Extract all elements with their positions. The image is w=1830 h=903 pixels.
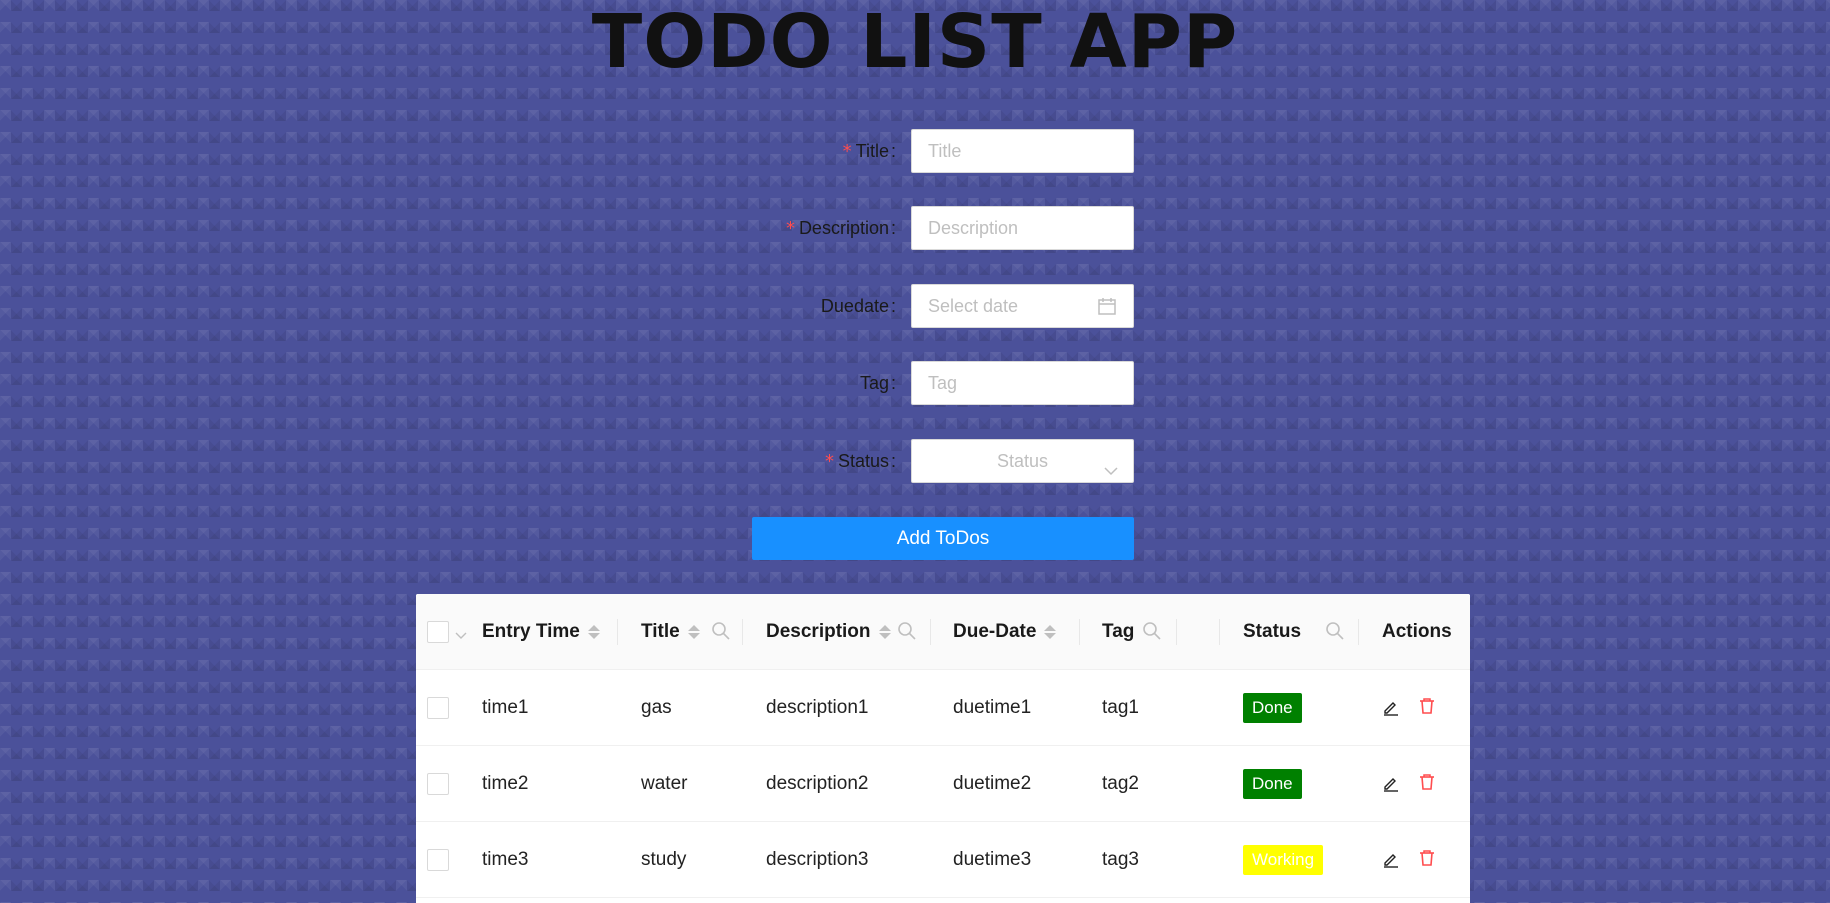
cell-entry-time: time1 (482, 697, 529, 718)
row-checkbox[interactable] (427, 849, 449, 871)
sort-icon[interactable] (587, 625, 600, 639)
column-separator (1219, 619, 1220, 645)
add-todos-button[interactable]: Add ToDos (752, 517, 1134, 560)
table-row: time1 gas description1 duetime1 tag1 Don… (416, 670, 1470, 746)
cell-tag: tag2 (1102, 773, 1139, 794)
description-label: * Description: (600, 206, 900, 251)
cell-entry-time: time3 (482, 849, 529, 870)
tag-input[interactable]: Tag (911, 361, 1134, 405)
column-separator (1358, 619, 1359, 645)
cell-description: description2 (766, 773, 869, 794)
cell-entry-time: time2 (482, 773, 529, 794)
cell-title: gas (641, 697, 672, 718)
search-icon[interactable] (711, 621, 731, 645)
selection-dropdown-icon[interactable] (455, 626, 467, 645)
status-label-text: Status (837, 451, 889, 471)
label-colon: : (890, 373, 896, 393)
description-input[interactable]: Description (911, 206, 1134, 250)
table-row: time2 water description2 duetime2 tag2 D… (416, 746, 1470, 822)
delete-icon[interactable] (1418, 697, 1436, 719)
column-separator (1176, 619, 1177, 645)
column-actions: Actions (1382, 594, 1452, 670)
title-label-text: Title (855, 141, 889, 161)
select-all-checkbox[interactable] (427, 621, 449, 643)
sort-icon[interactable] (1044, 625, 1057, 639)
description-placeholder: Description (928, 218, 1019, 238)
description-label-text: Description (798, 218, 889, 238)
cell-tag: tag1 (1102, 697, 1139, 718)
tag-label-text: Tag (859, 373, 889, 393)
required-mark: * (842, 141, 852, 162)
edit-icon[interactable] (1382, 698, 1400, 720)
column-due-date[interactable]: Due-Date (953, 594, 1057, 670)
search-icon[interactable] (1142, 621, 1162, 645)
title-placeholder: Title (928, 141, 962, 161)
label-colon: : (890, 296, 896, 316)
row-checkbox[interactable] (427, 773, 449, 795)
column-separator (930, 619, 931, 645)
cell-title: study (641, 849, 687, 870)
table-row: time3 study description3 duetime3 tag3 W… (416, 822, 1470, 898)
column-due-date-label: Due-Date (953, 621, 1037, 642)
column-tag[interactable]: Tag (1102, 594, 1134, 670)
cell-title: water (641, 773, 688, 794)
column-title-label: Title (641, 621, 680, 642)
cell-status: Working (1243, 822, 1324, 898)
label-colon: : (890, 141, 896, 161)
cell-status: Done (1243, 746, 1302, 822)
edit-icon[interactable] (1382, 850, 1400, 872)
search-icon[interactable] (897, 621, 917, 645)
cell-due-date: duetime1 (953, 697, 1032, 718)
search-icon[interactable] (1325, 621, 1345, 645)
column-description[interactable]: Description (766, 594, 891, 670)
title-input[interactable]: Title (911, 129, 1134, 173)
column-description-label: Description (766, 621, 871, 642)
tag-label: Tag: (600, 361, 900, 405)
cell-due-date: duetime2 (953, 773, 1032, 794)
cell-status: Done (1243, 670, 1302, 746)
column-tag-label: Tag (1102, 621, 1135, 642)
page-title: TODO LIST APP (591, 0, 1239, 85)
column-separator (742, 619, 743, 645)
column-entry-time[interactable]: Entry Time (482, 594, 600, 670)
status-badge: Done (1243, 693, 1302, 723)
duedate-placeholder: Select date (928, 296, 1019, 316)
required-mark: * (785, 218, 795, 239)
edit-icon[interactable] (1382, 774, 1400, 796)
label-colon: : (890, 451, 896, 471)
sort-icon[interactable] (687, 625, 700, 639)
column-entry-time-label: Entry Time (482, 621, 580, 642)
cell-description: description3 (766, 849, 869, 870)
cell-description: description1 (766, 697, 869, 718)
status-select[interactable]: Status (911, 439, 1134, 483)
todo-table: Entry Time Title Description Due-Date Ta… (416, 594, 1470, 903)
duedate-label: Duedate: (600, 284, 900, 328)
column-separator (1079, 619, 1080, 645)
cell-tag: tag3 (1102, 849, 1139, 870)
tag-placeholder: Tag (928, 373, 958, 393)
delete-icon[interactable] (1418, 773, 1436, 795)
column-status[interactable]: Status (1243, 594, 1301, 670)
cell-due-date: duetime3 (953, 849, 1032, 870)
label-colon: : (890, 218, 896, 238)
status-badge: Working (1243, 845, 1324, 875)
column-actions-label: Actions (1382, 621, 1452, 642)
required-mark: * (824, 451, 834, 472)
delete-icon[interactable] (1418, 849, 1436, 871)
chevron-down-icon (1103, 452, 1119, 494)
table-header: Entry Time Title Description Due-Date Ta… (416, 594, 1470, 670)
column-title[interactable]: Title (641, 594, 700, 670)
column-status-label: Status (1243, 621, 1302, 642)
status-badge: Done (1243, 769, 1302, 799)
duedate-label-text: Duedate (820, 296, 889, 316)
duedate-picker[interactable]: Select date (911, 284, 1134, 328)
title-label: * Title: (600, 129, 900, 174)
status-placeholder: Status (996, 451, 1049, 471)
row-checkbox[interactable] (427, 697, 449, 719)
sort-icon[interactable] (878, 625, 891, 639)
calendar-icon (1097, 296, 1117, 316)
column-separator (617, 619, 618, 645)
status-label: * Status: (600, 439, 900, 484)
